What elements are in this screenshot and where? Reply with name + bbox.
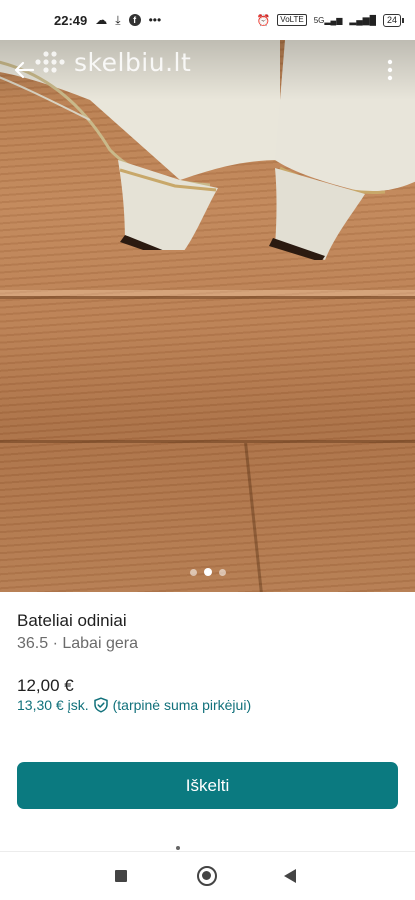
download-icon: ⤓ xyxy=(115,13,121,27)
facebook-icon: f xyxy=(128,14,141,26)
price-incl-value: 13,30 € įsk. xyxy=(17,697,89,713)
listing-title: Bateliai odiniai xyxy=(17,611,127,630)
back-triangle-icon[interactable] xyxy=(284,869,296,883)
bump-listing-button[interactable]: Iškelti xyxy=(17,762,398,809)
signal-bars-icon: ▂▄▆█ xyxy=(349,14,376,25)
floor-plank-seam xyxy=(0,440,415,443)
price-with-protection[interactable]: 13,30 € įsk. (tarpinė suma pirkėjui) xyxy=(17,697,251,713)
gallery-dot-active[interactable] xyxy=(203,568,212,576)
gallery-dot[interactable] xyxy=(189,568,197,576)
shield-check-icon xyxy=(93,697,108,713)
system-nav-bar xyxy=(0,851,415,900)
battery-icon: 24 xyxy=(382,13,405,27)
alarm-icon: ⏰ xyxy=(256,14,271,27)
scroll-indicator xyxy=(176,846,180,850)
status-bar: 22:49 ☁ ⤓ f ••• ⏰ VoLTE 5G▂▄▆ ▂▄▆█ 24 xyxy=(0,0,415,40)
gallery-pagination xyxy=(0,568,415,576)
floor-plank-seam xyxy=(0,296,415,299)
volte-icon: VoLTE xyxy=(277,14,307,26)
status-time: 22:49 xyxy=(54,12,88,28)
more-vertical-icon xyxy=(387,59,393,81)
skelbiu-logo-icon xyxy=(35,51,65,73)
protection-note: (tarpinė suma pirkėjui) xyxy=(112,697,252,713)
listing-subtitle: 36.5 · Labai gera xyxy=(17,635,138,652)
listing-photo[interactable]: skelbiu.lt xyxy=(0,40,415,592)
more-options-button[interactable] xyxy=(375,52,405,88)
listing-price: 12,00 € xyxy=(17,676,74,695)
cloud-icon: ☁ xyxy=(95,13,108,27)
signal-5g-icon: 5G▂▄▆ xyxy=(313,15,343,25)
more-dots-icon: ••• xyxy=(148,13,162,27)
site-logo: skelbiu.lt xyxy=(74,48,192,77)
recent-apps-icon[interactable] xyxy=(115,870,127,882)
home-icon[interactable] xyxy=(197,866,217,886)
gallery-dot[interactable] xyxy=(218,568,226,576)
